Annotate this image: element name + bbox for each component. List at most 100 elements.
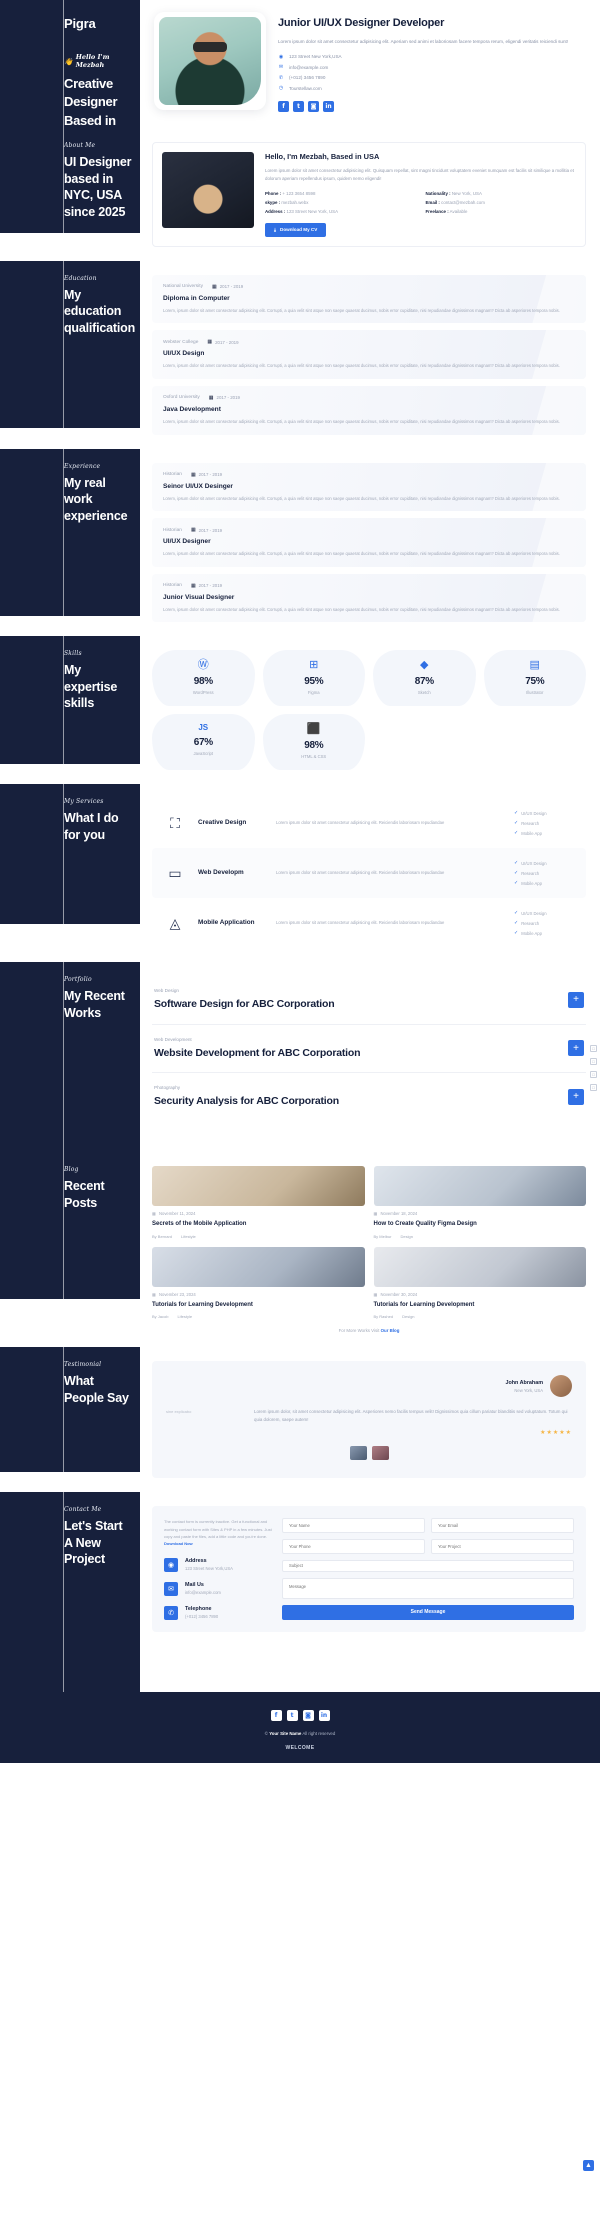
hero-contact-item[interactable]: ✆ (+012) 3456 7890 xyxy=(278,75,588,81)
contact-title: Let's Start A New Project xyxy=(64,1519,123,1567)
contact-item-value: 123 Street New York,USA xyxy=(185,1566,233,1572)
portfolio-item[interactable]: Web Design Software Design for ABC Corpo… xyxy=(152,976,586,1025)
skill-card: Ⓦ 98% WordPress xyxy=(152,650,255,707)
blog-date: November 30, 2024 xyxy=(380,1291,418,1297)
experience-rail: Experience My real work experience xyxy=(0,448,140,616)
about-detail: Address : 123 Street New York, USA xyxy=(265,209,416,214)
send-message-button[interactable]: Send Message xyxy=(282,1604,574,1620)
blog-post-title: Tutorials for Learning Development xyxy=(152,1301,253,1308)
hero-contact-text: Tourstellaw.com xyxy=(289,85,322,91)
twitter-icon[interactable]: t xyxy=(286,1710,298,1722)
testimonial-tag: Testimonial xyxy=(64,1361,102,1368)
hero-contact-text: info@example.com xyxy=(289,64,329,70)
testimonial-content: John Abraham New York, USA sine explicab… xyxy=(140,1347,600,1493)
blog-category: Design xyxy=(400,1233,413,1239)
blog-post[interactable]: ▦ November 30, 2024 Tutorials for Learnin… xyxy=(373,1246,586,1319)
education-title: My education qualification xyxy=(64,287,136,335)
skill-label: Sketch xyxy=(417,690,431,696)
experience-title: My real work experience xyxy=(64,475,128,523)
hero-portrait xyxy=(154,12,266,110)
service-feature: UI/UX Design xyxy=(521,860,547,866)
about-detail: Nationality : New York, USA xyxy=(426,191,577,196)
name-input[interactable] xyxy=(282,1518,425,1534)
contact-item-label: Address xyxy=(185,1558,207,1565)
download-cv-button[interactable]: ⤓ Download My CV xyxy=(265,222,327,237)
side-dot[interactable]: □ xyxy=(590,1084,597,1091)
plus-icon[interactable]: + xyxy=(568,1040,584,1057)
copyright-suffix: All right reserved xyxy=(302,1731,336,1737)
linkedin-icon[interactable]: in xyxy=(318,1710,330,1722)
experience-date: ▦ 2017 - 2019 xyxy=(190,582,223,589)
clock-icon: ◷ xyxy=(278,85,284,92)
blog-post[interactable]: ▦ November 23, 2024 Tutorials for Learnin… xyxy=(152,1246,365,1319)
subject-input[interactable] xyxy=(282,1560,574,1572)
blog-content: ▦ November 11, 2024 Secrets of the Mobile… xyxy=(140,1152,600,1347)
contact-address-item[interactable]: ◉ Address 123 Street New York,USA xyxy=(164,1557,272,1572)
calendar-icon: ▦ xyxy=(190,527,196,534)
linkedin-icon[interactable]: in xyxy=(323,101,334,113)
network-icon: ⛶ xyxy=(170,814,180,831)
education-text: Lorem, ipsum dolor sit amet consectetur … xyxy=(163,363,560,369)
portfolio-item[interactable]: Web Development Website Development for … xyxy=(152,1025,586,1074)
footer-logo: WELCOME xyxy=(285,1745,315,1752)
blog-more-link[interactable]: Our Blog xyxy=(381,1328,400,1333)
contact-mail-item[interactable]: ✉ Mail Us info@example.com xyxy=(164,1581,272,1596)
service-row[interactable]: ▭ Web Developm Lorem ipsum dolor sit ame… xyxy=(152,848,586,899)
service-name: Creative Design xyxy=(198,818,247,826)
about-title: UI Designer based in NYC, USA since 2025 xyxy=(64,155,132,219)
service-row[interactable]: ◬ Mobile Application Lorem ipsum dolor s… xyxy=(152,898,586,948)
back-to-top-button[interactable]: ▲ xyxy=(583,2160,594,2171)
skill-value: 98% xyxy=(193,676,213,688)
hero-contact-item[interactable]: ◷ Tourstellaw.com xyxy=(278,85,588,91)
blog-category: Design xyxy=(402,1314,415,1319)
instagram-icon[interactable]: ◙ xyxy=(302,1710,314,1722)
message-textarea[interactable] xyxy=(282,1577,574,1599)
twitter-icon[interactable]: t xyxy=(293,101,304,113)
footer: f t ◙ in © Your Site Name All right rese… xyxy=(0,1692,600,1764)
facebook-icon[interactable]: f xyxy=(278,101,289,113)
service-description: Lorem ipsum dolor sit amet consectetur a… xyxy=(276,870,445,876)
brand-logo[interactable]: Pigra xyxy=(64,16,132,31)
blog-more-text: For More Works Visit xyxy=(338,1328,380,1333)
portfolio-item[interactable]: Photography Security Analysis for ABC Co… xyxy=(152,1073,586,1120)
skill-value: 95% xyxy=(304,676,324,688)
portfolio-item-title: Security Analysis for ABC Corporation xyxy=(154,1095,339,1108)
instagram-icon[interactable]: ◙ xyxy=(308,101,319,113)
testimonial-thumb[interactable] xyxy=(371,1446,389,1461)
footer-site-link[interactable]: Your Site Name xyxy=(269,1731,301,1736)
html5-icon: ⬛ xyxy=(306,723,321,736)
side-dot[interactable]: □ xyxy=(590,1045,597,1052)
blog-post[interactable]: ▦ November 11, 2024 Secrets of the Mobile… xyxy=(152,1166,365,1239)
service-row[interactable]: ⛶ Creative Design Lorem ipsum dolor sit … xyxy=(152,798,586,848)
blog-post[interactable]: ▦ November 18, 2024 How to Create Quality… xyxy=(373,1166,586,1239)
hero-contact-item[interactable]: ◉ 123 Street New York,USA xyxy=(278,54,588,60)
footer-copyright: © Your Site Name All right reserved xyxy=(0,1731,600,1736)
contact-download-link[interactable]: Download Now xyxy=(164,1541,193,1546)
plus-icon[interactable]: + xyxy=(568,991,584,1008)
blog-author: By Bernard xyxy=(152,1233,173,1239)
experience-date: ▦ 2017 - 2019 xyxy=(190,527,223,534)
experience-text: Lorem, ipsum dolor sit amet consectetur … xyxy=(163,551,560,557)
experience-company: Historian xyxy=(163,527,182,533)
testimonial-card: John Abraham New York, USA sine explicab… xyxy=(152,1361,586,1479)
calendar-icon: ▦ xyxy=(373,1291,378,1297)
side-dot[interactable]: □ xyxy=(590,1058,597,1065)
phone-input[interactable] xyxy=(282,1539,425,1555)
contact-phone-item[interactable]: ✆ Telephone (+012) 3456 7890 xyxy=(164,1605,272,1620)
blog-title: Recent Posts xyxy=(64,1179,105,1210)
service-feature: Research xyxy=(521,820,540,826)
about-section: About Me UI Designer based in NYC, USA s… xyxy=(0,128,600,261)
about-detail-label: Freelance : xyxy=(425,208,449,214)
hero-contact-text: (+012) 3456 7890 xyxy=(289,75,326,81)
testimonial-title: What People Say xyxy=(64,1374,129,1405)
testimonial-thumb[interactable] xyxy=(349,1446,367,1461)
phone-icon: ✆ xyxy=(278,74,284,81)
hero-contact-item[interactable]: ✉ info@example.com xyxy=(278,64,588,70)
wave-icon: 👋 xyxy=(64,56,73,66)
plus-icon[interactable]: + xyxy=(568,1088,584,1105)
facebook-icon[interactable]: f xyxy=(270,1710,282,1722)
about-detail: Freelance : Available xyxy=(426,209,577,214)
side-dot[interactable]: □ xyxy=(590,1071,597,1078)
email-input[interactable] xyxy=(431,1518,574,1534)
project-input[interactable] xyxy=(431,1539,574,1555)
